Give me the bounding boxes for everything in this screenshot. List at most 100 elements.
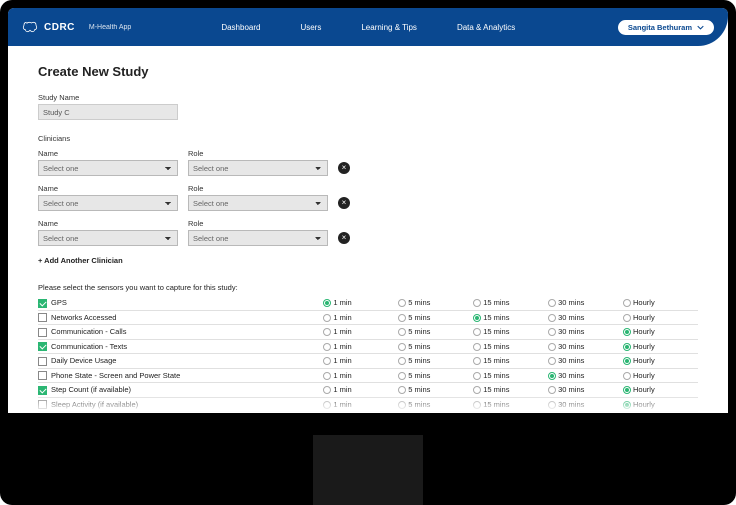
interval-radio[interactable]: [398, 372, 406, 380]
close-icon: ×: [342, 199, 347, 207]
interval-radio[interactable]: [548, 328, 556, 336]
interval-label: 15 mins: [483, 342, 509, 351]
interval-radio[interactable]: [473, 357, 481, 365]
sensor-row: GPS1 min5 mins15 mins30 minsHourly: [38, 296, 698, 310]
study-name-label: Study Name: [38, 93, 698, 102]
sensor-label: Phone State - Screen and Power State: [51, 371, 180, 380]
clinician-role-select[interactable]: Select one: [188, 230, 328, 246]
interval-radio[interactable]: [323, 357, 331, 365]
interval-label: 15 mins: [483, 400, 509, 409]
monitor-stand: [313, 435, 423, 505]
interval-radio[interactable]: [323, 386, 331, 394]
interval-radio[interactable]: [548, 314, 556, 322]
interval-radio[interactable]: [473, 328, 481, 336]
interval-label: Hourly: [633, 400, 655, 409]
interval-label: 15 mins: [483, 371, 509, 380]
interval-radio[interactable]: [473, 343, 481, 351]
clinician-name-select[interactable]: Select one: [38, 230, 178, 246]
interval-label: 1 min: [333, 298, 351, 307]
role-label: Role: [188, 149, 328, 158]
interval-label: 1 min: [333, 342, 351, 351]
clinician-name-select[interactable]: Select one: [38, 195, 178, 211]
sensor-checkbox[interactable]: [38, 328, 47, 337]
nav-dashboard[interactable]: Dashboard: [221, 23, 260, 32]
interval-radio[interactable]: [398, 343, 406, 351]
brand-text: CDRC: [44, 22, 75, 33]
interval-radio[interactable]: [548, 357, 556, 365]
interval-label: 1 min: [333, 385, 351, 394]
interval-label: Hourly: [633, 313, 655, 322]
interval-radio[interactable]: [398, 328, 406, 336]
sensor-checkbox[interactable]: [38, 386, 47, 395]
sensor-checkbox[interactable]: [38, 313, 47, 322]
interval-radio[interactable]: [623, 357, 631, 365]
interval-radio[interactable]: [323, 372, 331, 380]
sensor-checkbox[interactable]: [38, 357, 47, 366]
interval-radio[interactable]: [323, 314, 331, 322]
interval-radio[interactable]: [398, 401, 406, 409]
name-label: Name: [38, 219, 178, 228]
interval-radio[interactable]: [323, 343, 331, 351]
sensor-row: Networks Accessed1 min5 mins15 mins30 mi…: [38, 310, 698, 325]
interval-label: 30 mins: [558, 313, 584, 322]
clinician-row: NameSelect oneRoleSelect one×: [38, 219, 698, 246]
clinician-role-select[interactable]: Select one: [188, 160, 328, 176]
interval-radio[interactable]: [473, 386, 481, 394]
sensor-label: Sleep Activity (if available): [51, 400, 138, 409]
interval-radio[interactable]: [623, 401, 631, 409]
remove-clinician-button[interactable]: ×: [338, 197, 350, 209]
nav-users[interactable]: Users: [300, 23, 321, 32]
clinician-row: NameSelect oneRoleSelect one×: [38, 184, 698, 211]
monitor-frame: CDRC M-Health App Dashboard Users Learni…: [0, 0, 736, 505]
interval-radio[interactable]: [398, 314, 406, 322]
sensor-label: GPS: [51, 298, 67, 307]
remove-clinician-button[interactable]: ×: [338, 232, 350, 244]
clinician-role-select[interactable]: Select one: [188, 195, 328, 211]
interval-radio[interactable]: [398, 386, 406, 394]
interval-radio[interactable]: [623, 299, 631, 307]
interval-label: 1 min: [333, 327, 351, 336]
sensor-checkbox[interactable]: [38, 400, 47, 409]
interval-radio[interactable]: [623, 372, 631, 380]
interval-label: 5 mins: [408, 385, 430, 394]
logo[interactable]: CDRC M-Health App: [22, 20, 131, 34]
interval-radio[interactable]: [548, 372, 556, 380]
clinicians-section: Clinicians NameSelect oneRoleSelect one×…: [38, 134, 698, 265]
interval-radio[interactable]: [623, 328, 631, 336]
interval-radio[interactable]: [548, 343, 556, 351]
interval-radio[interactable]: [623, 386, 631, 394]
interval-radio[interactable]: [398, 357, 406, 365]
interval-radio[interactable]: [473, 401, 481, 409]
sensor-label: Daily Device Usage: [51, 356, 116, 365]
interval-radio[interactable]: [548, 386, 556, 394]
interval-radio[interactable]: [398, 299, 406, 307]
interval-label: 1 min: [333, 356, 351, 365]
sensor-checkbox[interactable]: [38, 342, 47, 351]
nav-data[interactable]: Data & Analytics: [457, 23, 515, 32]
interval-radio[interactable]: [548, 401, 556, 409]
interval-radio[interactable]: [623, 343, 631, 351]
sensor-table: GPS1 min5 mins15 mins30 minsHourlyNetwor…: [38, 296, 698, 412]
interval-radio[interactable]: [473, 372, 481, 380]
sensor-checkbox[interactable]: [38, 371, 47, 380]
interval-radio[interactable]: [623, 314, 631, 322]
add-clinician-button[interactable]: + Add Another Clinician: [38, 256, 698, 265]
clinician-name-select[interactable]: Select one: [38, 160, 178, 176]
interval-radio[interactable]: [548, 299, 556, 307]
chevron-down-icon: [697, 24, 704, 31]
interval-label: 1 min: [333, 371, 351, 380]
clinician-role-field: RoleSelect one: [188, 219, 328, 246]
sensor-checkbox[interactable]: [38, 299, 47, 308]
interval-radio[interactable]: [473, 314, 481, 322]
interval-label: Hourly: [633, 356, 655, 365]
interval-label: Hourly: [633, 342, 655, 351]
nav-learning[interactable]: Learning & Tips: [361, 23, 417, 32]
interval-radio[interactable]: [323, 299, 331, 307]
remove-clinician-button[interactable]: ×: [338, 162, 350, 174]
interval-radio[interactable]: [323, 401, 331, 409]
study-name-input[interactable]: [38, 104, 178, 120]
user-menu[interactable]: Sangita Bethuram: [618, 20, 714, 35]
interval-radio[interactable]: [473, 299, 481, 307]
interval-radio[interactable]: [323, 328, 331, 336]
interval-label: 15 mins: [483, 385, 509, 394]
